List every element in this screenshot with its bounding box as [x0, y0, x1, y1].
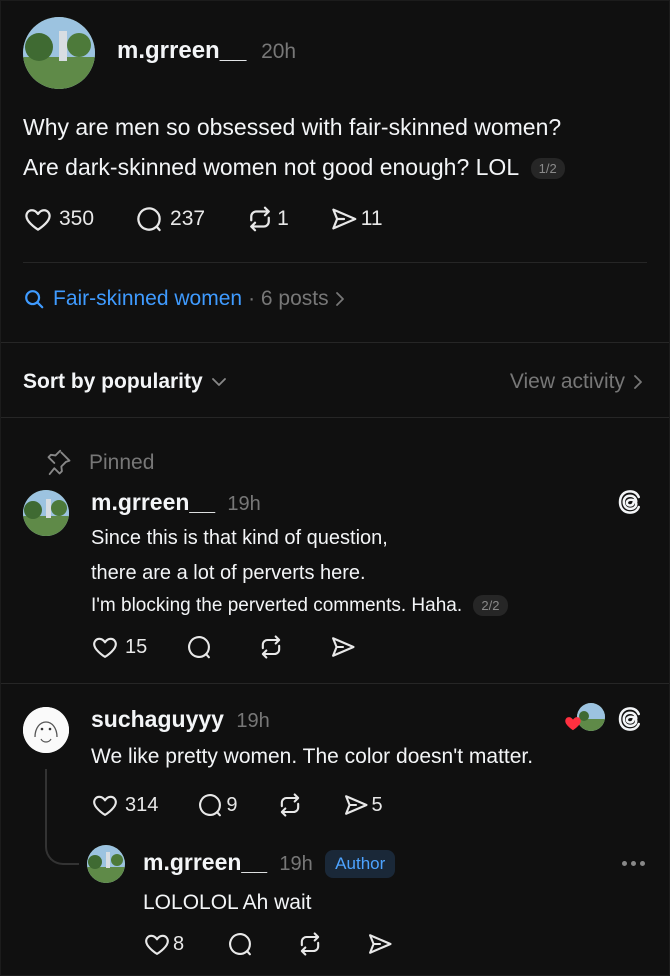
post-username[interactable]: m.grreen__: [117, 37, 246, 64]
reply2-repost-button[interactable]: [276, 791, 304, 819]
reply2-text: We like pretty women. The color doesn't …: [91, 745, 534, 768]
reply-like-button[interactable]: 15: [91, 633, 147, 661]
reply-comment-button[interactable]: [185, 633, 213, 661]
avatar-image: [23, 707, 69, 753]
reply-share-button[interactable]: [329, 633, 357, 661]
post-time: 20h: [261, 40, 297, 63]
divider: [1, 417, 669, 418]
sort-dropdown[interactable]: Sort by popularity: [23, 370, 229, 394]
reply-text-line-1: Since this is that kind of question,: [91, 527, 388, 549]
comment-icon: [229, 933, 252, 956]
send-icon: [369, 934, 392, 954]
post-author-avatar[interactable]: [23, 17, 95, 89]
post-text-line-2-content: Are dark-skinned women not good enough? …: [23, 154, 519, 180]
topic-label: Fair-skinned women: [53, 287, 243, 310]
threads-logo-icon[interactable]: [615, 487, 645, 522]
heart-icon: [93, 637, 117, 658]
search-icon: [25, 290, 44, 309]
post-like-count: 350: [59, 207, 95, 230]
nested-reply-like-count: 8: [173, 932, 185, 955]
post-like-button[interactable]: 350: [23, 204, 94, 234]
topic-link[interactable]: Fair-skinned women · 6 posts: [23, 287, 347, 311]
reply-like-count: 15: [125, 635, 148, 658]
chevron-right-icon: [335, 292, 344, 306]
reply2-username[interactable]: suchaguyyy: [91, 706, 224, 732]
comment-icon: [188, 636, 211, 659]
divider: [1, 683, 669, 684]
repost-icon: [300, 932, 320, 956]
pinned-label: Pinned: [89, 451, 155, 474]
nested-reply-time: 19h: [279, 853, 313, 875]
reply2-like-button[interactable]: 314: [91, 791, 158, 819]
liked-by-author-indicator: [563, 703, 605, 733]
heart-icon: [93, 795, 117, 816]
nested-reply-repost-button[interactable]: [296, 930, 324, 958]
repost-icon: [250, 206, 270, 232]
chevron-down-icon: [211, 378, 226, 386]
divider: [1, 342, 669, 343]
send-icon: [332, 637, 355, 657]
reply-text-line-3: I'm blocking the perverted comments. Hah…: [91, 595, 508, 617]
view-activity-link[interactable]: View activity: [510, 370, 645, 394]
reply2-actions: 314 9 5: [91, 791, 383, 819]
avatar-image: [87, 845, 125, 883]
post-repost-count: 1: [277, 207, 289, 230]
reply2-comment-button[interactable]: 9: [196, 791, 238, 819]
repost-icon: [262, 635, 281, 659]
reply-time: 19h: [227, 493, 261, 515]
post-reply-button[interactable]: 237: [134, 204, 205, 234]
pinned-indicator: Pinned: [45, 449, 154, 477]
reply2-author-avatar[interactable]: [23, 707, 69, 753]
nested-reply-actions: 8: [143, 930, 394, 958]
reply-author-avatar[interactable]: [23, 490, 69, 536]
sort-label: Sort by popularity: [23, 370, 203, 393]
nested-reply-author-avatar[interactable]: [87, 845, 125, 883]
post-text-line-1: Why are men so obsessed with fair-skinne…: [23, 114, 562, 140]
comment-icon: [199, 794, 222, 817]
thread-page: m.grreen__ 20h Why are men so obsessed w…: [0, 0, 670, 976]
repost-icon: [280, 793, 299, 817]
send-icon: [344, 795, 368, 815]
send-icon: [332, 208, 357, 230]
nested-reply-text: LOLOLOL Ah wait: [143, 891, 312, 914]
reply2-share-count: 5: [371, 793, 383, 816]
post-pager-badge: 1/2: [530, 158, 565, 180]
reply2-share-button[interactable]: 5: [342, 791, 383, 819]
thread-line: [45, 769, 79, 865]
heart-icon: [145, 934, 169, 955]
pin-icon: [47, 449, 71, 476]
post-actions: 350 237 1 11: [23, 204, 383, 234]
heart-icon: [25, 209, 51, 231]
comment-icon: [137, 207, 161, 232]
reply2-time: 19h: [236, 710, 270, 732]
nested-reply-like-button[interactable]: 8: [143, 930, 184, 958]
reply-text-line-2: there are a lot of perverts here.: [91, 562, 366, 584]
reply2-like-count: 314: [125, 793, 159, 816]
chevron-right-icon: [634, 375, 642, 389]
post-share-count: 11: [360, 207, 383, 230]
reply-username[interactable]: m.grreen__: [91, 489, 215, 515]
avatar-image: [23, 490, 69, 536]
more-options-icon[interactable]: [618, 853, 645, 873]
author-badge: Author: [325, 849, 396, 878]
view-activity-label: View activity: [509, 370, 625, 393]
post-text-line-2: Are dark-skinned women not good enough? …: [23, 154, 565, 181]
divider: [23, 262, 647, 263]
heart-filled-icon: [565, 717, 581, 731]
post-repost-button[interactable]: 1: [245, 204, 289, 234]
nested-reply-username[interactable]: m.grreen__: [143, 849, 267, 875]
reply-actions: 15: [91, 633, 357, 661]
reply-repost-button[interactable]: [257, 633, 285, 661]
reply-pager-badge: 2/2: [473, 595, 508, 617]
nested-reply-share-button[interactable]: [366, 930, 394, 958]
reply2-comment-count: 9: [226, 793, 238, 816]
post-reply-count: 237: [170, 207, 206, 230]
post-share-button[interactable]: 11: [329, 204, 383, 234]
reply-text-line-3-content: I'm blocking the perverted comments. Hah…: [91, 595, 463, 616]
avatar-image: [23, 17, 95, 89]
topic-meta: · 6 posts: [248, 287, 329, 310]
nested-reply-comment-button[interactable]: [226, 930, 254, 958]
threads-logo-icon[interactable]: [615, 704, 645, 739]
